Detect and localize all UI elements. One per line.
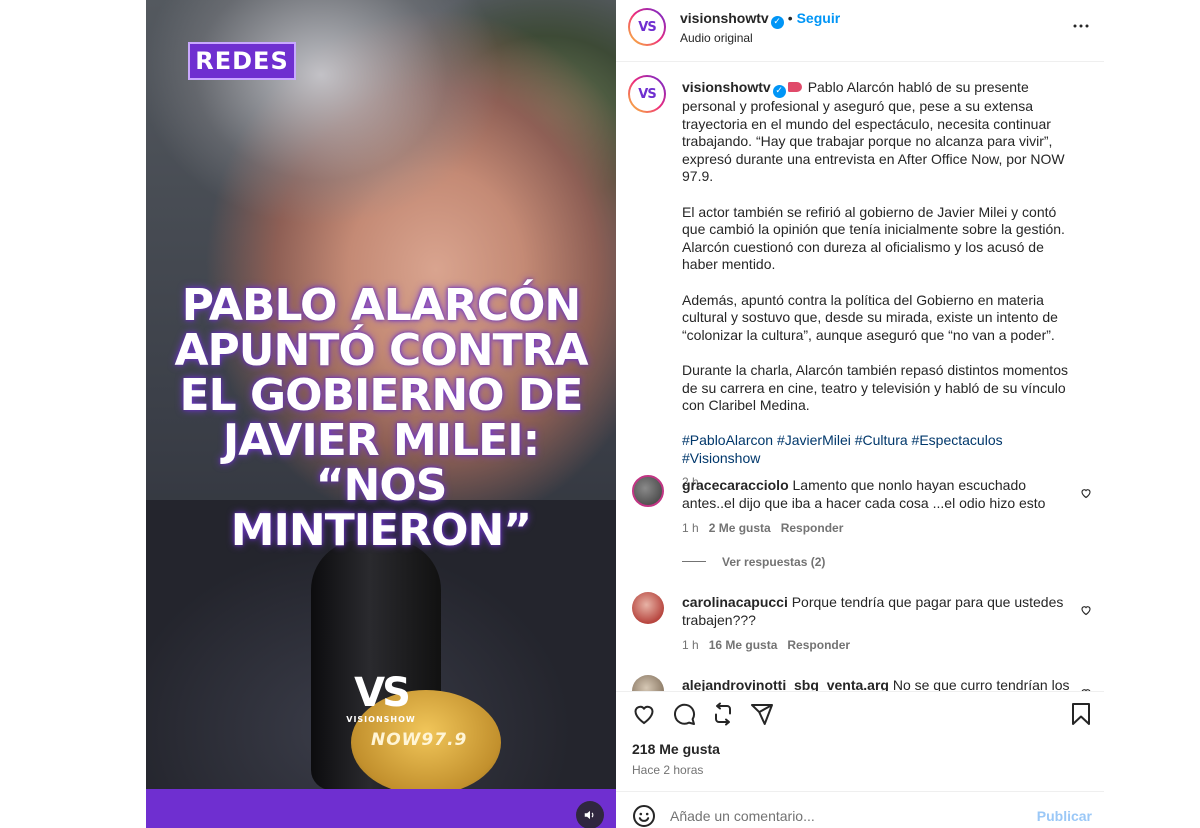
logo-wordmark: VISIONSHOW (346, 715, 416, 724)
caption-paragraph-4: Durante la charla, Alarcón también repas… (682, 361, 1068, 414)
visionshow-logo: VS VISIONSHOW (341, 672, 421, 724)
replies-divider (682, 561, 706, 562)
caption-paragraph-2: El actor también se refirió al gobierno … (682, 203, 1065, 273)
comment-like-heart-icon[interactable] (1080, 604, 1092, 616)
comment-likes[interactable]: 16 Me gusta (709, 638, 778, 652)
share-icon[interactable] (750, 702, 774, 726)
comment-likes[interactable]: 2 Me gusta (709, 521, 771, 535)
megaphone-icon (787, 82, 802, 92)
publish-button[interactable]: Publicar (1037, 808, 1092, 824)
commenter-username[interactable]: gracecaracciolo (682, 477, 789, 493)
bookmark-icon[interactable] (1069, 702, 1093, 726)
comment-meta: 1 h 16 Me gusta Responder (682, 638, 850, 652)
commenter-username[interactable]: carolinacapucci (682, 594, 788, 610)
follow-button[interactable]: Seguir (797, 10, 841, 26)
comment-like-heart-icon[interactable] (1080, 487, 1092, 499)
commenter-avatar[interactable] (632, 675, 664, 691)
comment-icon[interactable] (672, 702, 696, 726)
comment-input[interactable] (670, 806, 1010, 826)
more-options-icon[interactable] (1072, 17, 1090, 41)
view-replies-label: Ver respuestas (2) (722, 555, 826, 569)
verified-badge-icon: ✓ (770, 16, 784, 29)
caption-paragraph-3: Además, apuntó contra la política del Go… (682, 291, 1058, 343)
commenter-avatar[interactable] (632, 475, 664, 507)
reply-button[interactable]: Responder (781, 521, 844, 535)
avatar-initials: VS (638, 19, 656, 35)
comment-body: gracecaracciolo Lamento que nonlo hayan … (682, 477, 1077, 512)
post-actions: 218 Me gusta Hace 2 horas (616, 691, 1104, 791)
post-header: VS visionshowtv ✓ • Seguir Audio original (616, 0, 1104, 62)
speaker-icon (584, 810, 594, 820)
reel-video[interactable]: NOW97.9 REDES PABLO ALARCÓN APUNTÓ CONTR… (146, 0, 616, 828)
comment-time[interactable]: 1 h (682, 521, 699, 535)
logo-mark: VS (354, 670, 411, 716)
verified-badge-icon: ✓ (772, 85, 786, 98)
post-age: Hace 2 horas (632, 763, 704, 777)
avatar-initials: VS (638, 86, 656, 102)
separator-dot: • (787, 10, 793, 26)
commenter-avatar[interactable] (632, 592, 664, 624)
caption-username[interactable]: visionshowtv (682, 79, 771, 95)
caption-avatar[interactable]: VS (628, 75, 666, 113)
author-line: visionshowtv ✓ • Seguir (680, 10, 840, 29)
mic-brand-text: NOW97.9 (371, 730, 468, 750)
reply-button[interactable]: Responder (787, 638, 850, 652)
likes-count[interactable]: 218 Me gusta (632, 741, 720, 757)
video-headline: PABLO ALARCÓN APUNTÓ CONTRA EL GOBIERNO … (174, 280, 588, 556)
comment-body: carolinacapucci Porque tendría que pagar… (682, 594, 1077, 629)
post-caption: visionshowtv ✓ Pablo Alarcón habló de su p… (682, 79, 1082, 492)
video-bottom-band (146, 789, 616, 828)
comments-scroll-area[interactable]: VS visionshowtv ✓ Pablo Alarcón habló de s… (616, 63, 1104, 691)
heart-icon[interactable] (632, 702, 656, 726)
comment-text: No se que curro tendrían los (892, 677, 1070, 691)
page-backdrop-right (1104, 0, 1200, 828)
post-side-panel: VS visionshowtv ✓ • Seguir Audio original V… (616, 0, 1104, 828)
audio-toggle-button[interactable] (576, 801, 604, 828)
page-backdrop-left (0, 0, 146, 828)
author-username[interactable]: visionshowtv (680, 10, 769, 26)
emoji-icon[interactable] (632, 804, 656, 828)
add-comment-bar: Publicar (616, 791, 1104, 828)
audio-label[interactable]: Audio original (680, 31, 753, 45)
comment-time[interactable]: 1 h (682, 638, 699, 652)
caption-hashtags[interactable]: #PabloAlarcon #JavierMilei #Cultura #Esp… (682, 432, 1082, 467)
commenter-username[interactable]: alejandrovinotti_sbg_venta.arg (682, 677, 889, 691)
author-avatar[interactable]: VS (628, 8, 666, 46)
comment-body: alejandrovinotti_sbg_venta.arg No se que… (682, 677, 1077, 691)
repost-icon[interactable] (711, 702, 735, 726)
view-replies-button[interactable]: Ver respuestas (2) (682, 555, 825, 569)
section-tag: REDES (188, 42, 296, 80)
comment-meta: 1 h 2 Me gusta Responder (682, 521, 843, 535)
